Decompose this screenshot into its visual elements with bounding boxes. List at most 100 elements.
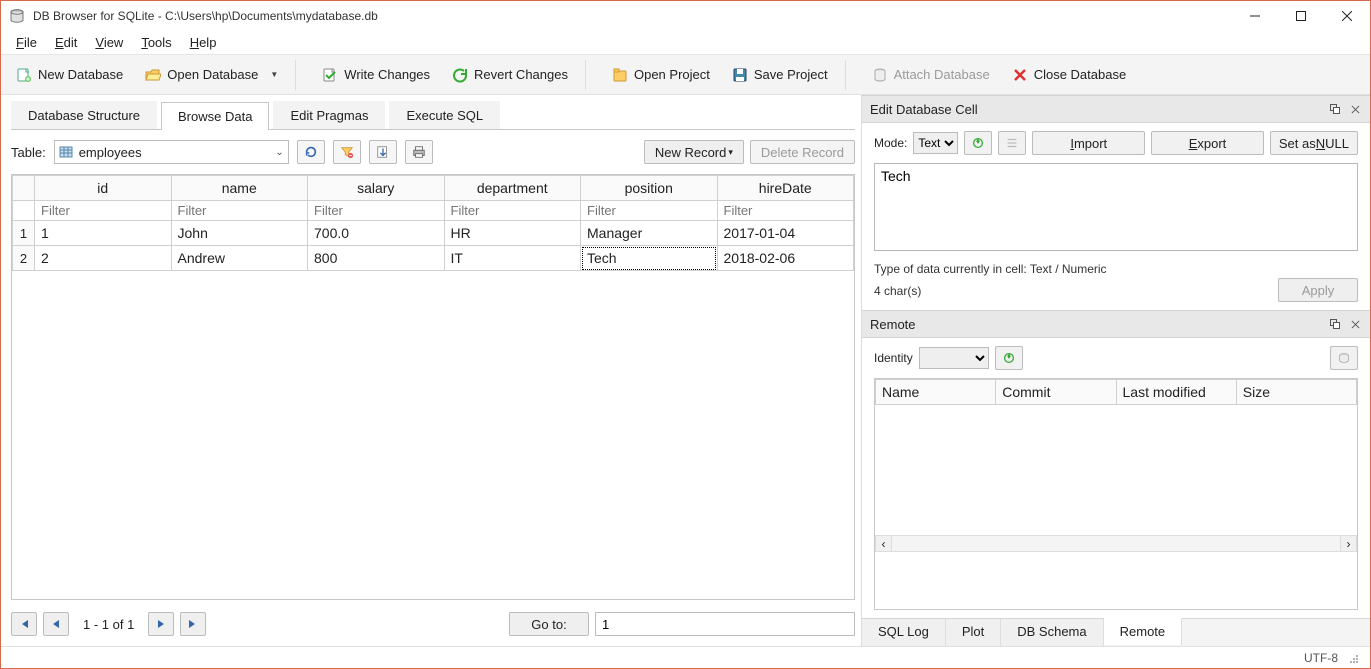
col-salary[interactable]: salary [308, 176, 445, 201]
cell-position[interactable]: Tech [581, 246, 718, 271]
filter-id[interactable] [35, 201, 172, 221]
remote-col-size[interactable]: Size [1236, 380, 1356, 405]
col-name[interactable]: name [171, 176, 308, 201]
filter-hireDate[interactable] [717, 201, 854, 221]
filter-position[interactable] [581, 201, 718, 221]
close-button[interactable] [1324, 1, 1370, 31]
page-prev-button[interactable] [43, 612, 69, 636]
tab-plot[interactable]: Plot [946, 619, 1001, 646]
remote-col-last modified[interactable]: Last modified [1116, 380, 1236, 405]
goto-button[interactable]: Go to: [509, 612, 589, 636]
filter-input-salary[interactable] [312, 201, 440, 220]
write-changes-button[interactable]: Write Changes [311, 60, 441, 90]
mode-select[interactable]: Text [913, 132, 958, 154]
page-next-button[interactable] [148, 612, 174, 636]
scroll-left-icon[interactable]: ‹ [875, 535, 892, 552]
tab-browse-data[interactable]: Browse Data [161, 102, 269, 130]
undock-icon[interactable] [1328, 317, 1342, 331]
tab-db-schema[interactable]: DB Schema [1001, 619, 1103, 646]
filter-input-name[interactable] [176, 201, 304, 220]
cell-hireDate[interactable]: 2018-02-06 [717, 246, 854, 271]
close-panel-icon[interactable] [1348, 317, 1362, 331]
export-button[interactable]: Export [1151, 131, 1264, 155]
editcell-indent-button[interactable] [998, 131, 1026, 155]
data-table[interactable]: idnamesalarydepartmentpositionhireDate 1… [12, 175, 854, 271]
save-table-button[interactable] [369, 140, 397, 164]
table-row[interactable]: 22Andrew800ITTech2018-02-06 [13, 246, 854, 271]
tab-sql-log[interactable]: SQL Log [862, 619, 946, 646]
menu-file[interactable]: File [7, 32, 46, 53]
dropdown-arrow-icon[interactable]: ▼ [270, 70, 278, 79]
cell-id[interactable]: 1 [35, 221, 172, 246]
page-first-button[interactable] [11, 612, 37, 636]
filter-department[interactable] [444, 201, 581, 221]
new-database-button[interactable]: New Database [5, 60, 134, 90]
tab-execute-sql[interactable]: Execute SQL [389, 101, 500, 129]
menu-help[interactable]: Help [181, 32, 226, 53]
identity-select[interactable] [919, 347, 989, 369]
maximize-button[interactable] [1278, 1, 1324, 31]
rownum-cell[interactable]: 2 [13, 246, 35, 271]
refresh-button[interactable] [297, 140, 325, 164]
remote-col-commit[interactable]: Commit [996, 380, 1116, 405]
filter-input-position[interactable] [585, 201, 713, 220]
cell-position[interactable]: Manager [581, 221, 718, 246]
scroll-right-icon[interactable]: › [1340, 535, 1357, 552]
save-project-button[interactable]: Save Project [721, 60, 839, 90]
minimize-button[interactable] [1232, 1, 1278, 31]
filter-name[interactable] [171, 201, 308, 221]
rownum-header[interactable] [13, 176, 35, 201]
identity-refresh-button[interactable] [995, 346, 1023, 370]
filter-salary[interactable] [308, 201, 445, 221]
filter-input-department[interactable] [449, 201, 577, 220]
horizontal-scrollbar[interactable]: ‹ › [875, 535, 1357, 552]
col-department[interactable]: department [444, 176, 581, 201]
editcell-format-button[interactable] [964, 131, 992, 155]
goto-input[interactable] [595, 612, 855, 636]
cell-id[interactable]: 2 [35, 246, 172, 271]
remote-col-name[interactable]: Name [876, 380, 996, 405]
close-panel-icon[interactable] [1348, 102, 1362, 116]
close-database-button[interactable]: Close Database [1001, 60, 1138, 90]
col-position[interactable]: position [581, 176, 718, 201]
cell-salary[interactable]: 700.0 [308, 221, 445, 246]
remote-push-button[interactable] [1330, 346, 1358, 370]
apply-button[interactable]: Apply [1278, 278, 1358, 302]
cell-name[interactable]: John [171, 221, 308, 246]
undock-icon[interactable] [1328, 102, 1342, 116]
print-button[interactable] [405, 140, 433, 164]
resize-grip-icon[interactable] [1346, 651, 1360, 665]
menu-edit[interactable]: Edit [46, 32, 86, 53]
filter-input-id[interactable] [39, 201, 167, 220]
delete-record-button[interactable]: Delete Record [750, 140, 855, 164]
table-selector-row: Table: employees ⌄ New Record▾ Delete Re… [11, 140, 855, 164]
table-combo[interactable]: employees ⌄ [54, 140, 289, 164]
tab-database-structure[interactable]: Database Structure [11, 101, 157, 129]
page-last-button[interactable] [180, 612, 206, 636]
col-hireDate[interactable]: hireDate [717, 176, 854, 201]
rownum-cell[interactable]: 1 [13, 221, 35, 246]
data-grid[interactable]: idnamesalarydepartmentpositionhireDate 1… [11, 174, 855, 600]
clear-filters-button[interactable] [333, 140, 361, 164]
attach-database-button[interactable]: Attach Database [861, 60, 1001, 90]
revert-changes-button[interactable]: Revert Changes [441, 60, 579, 90]
set-null-button[interactable]: Set as NULL [1270, 131, 1358, 155]
col-id[interactable]: id [35, 176, 172, 201]
table-row[interactable]: 11John700.0HRManager2017-01-04 [13, 221, 854, 246]
menu-tools[interactable]: Tools [132, 32, 180, 53]
cell-editor[interactable]: Tech [874, 163, 1358, 251]
filter-input-hireDate[interactable] [722, 201, 850, 220]
remote-table[interactable]: NameCommitLast modifiedSize ‹ › [874, 378, 1358, 610]
cell-salary[interactable]: 800 [308, 246, 445, 271]
cell-name[interactable]: Andrew [171, 246, 308, 271]
menu-view[interactable]: View [86, 32, 132, 53]
open-project-button[interactable]: Open Project [601, 60, 721, 90]
tab-edit-pragmas[interactable]: Edit Pragmas [273, 101, 385, 129]
new-record-button[interactable]: New Record▾ [644, 140, 744, 164]
import-button[interactable]: Import [1032, 131, 1145, 155]
cell-hireDate[interactable]: 2017-01-04 [717, 221, 854, 246]
cell-department[interactable]: IT [444, 246, 581, 271]
cell-department[interactable]: HR [444, 221, 581, 246]
open-database-button[interactable]: Open Database▼ [134, 60, 289, 90]
tab-remote[interactable]: Remote [1104, 618, 1183, 645]
